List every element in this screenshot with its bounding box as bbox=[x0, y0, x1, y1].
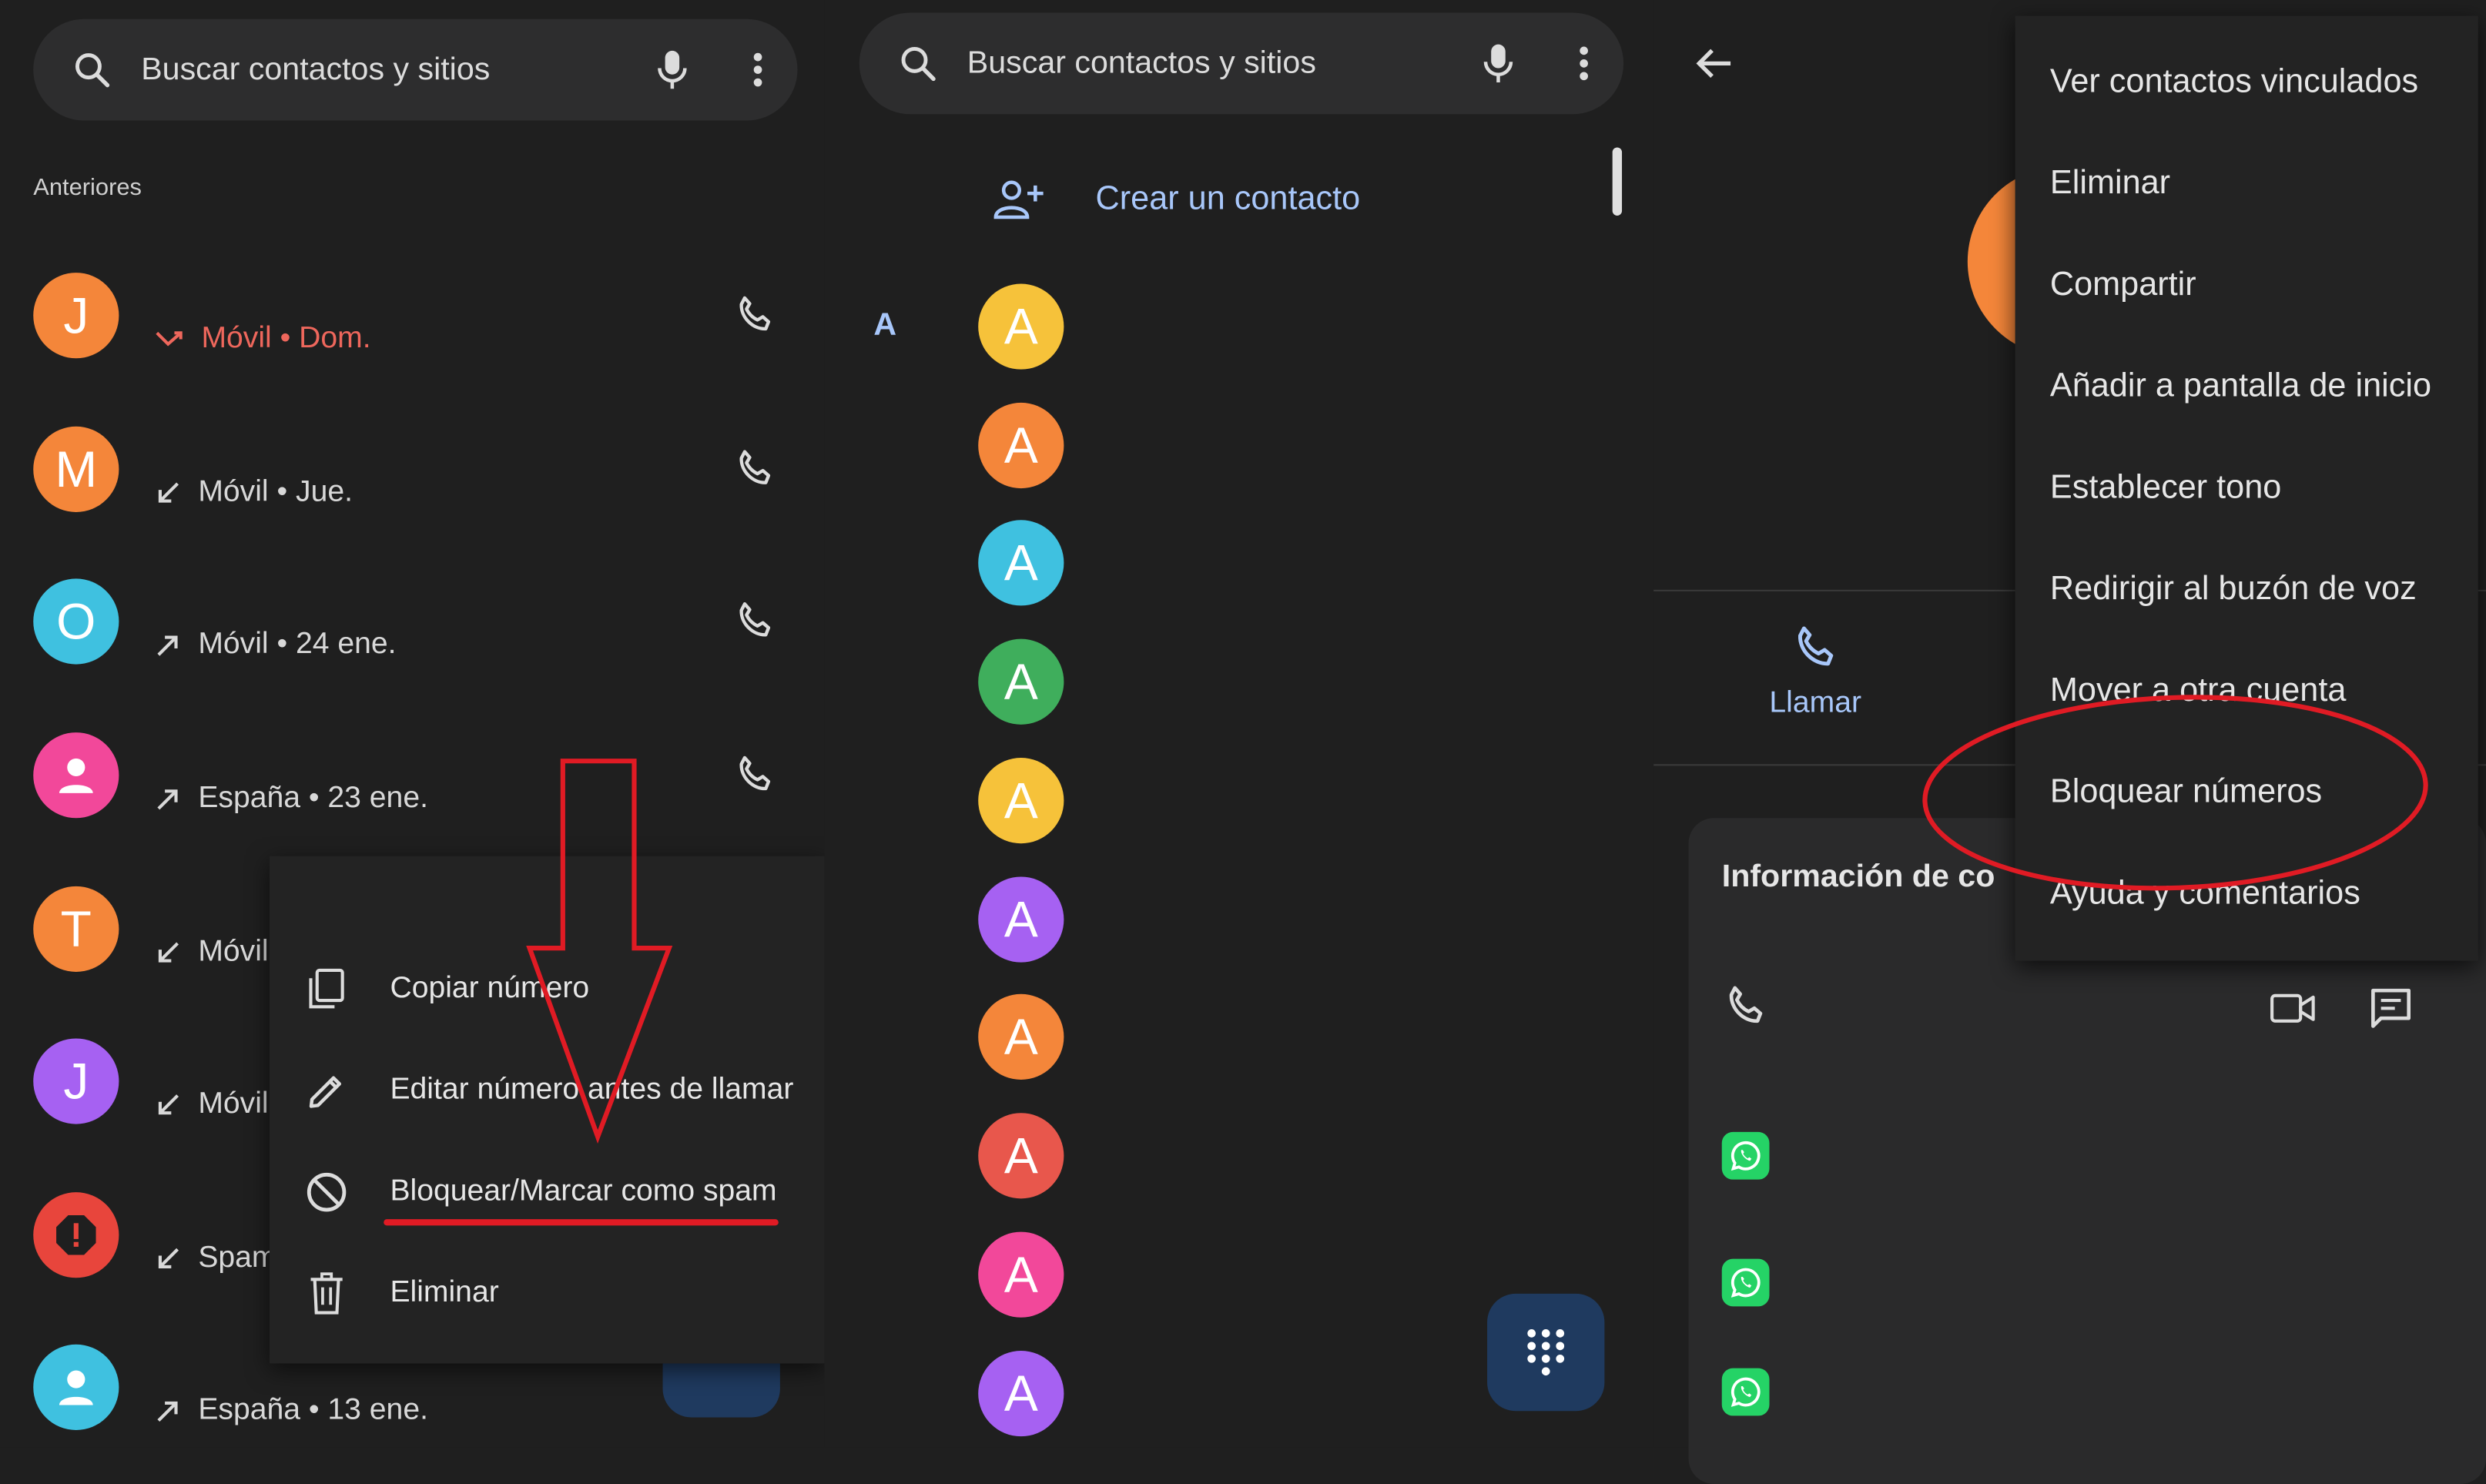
call-detail: Móvil • Dom. bbox=[154, 322, 371, 357]
phone-icon bbox=[739, 450, 771, 484]
call-action-label: Llamar bbox=[1769, 686, 1861, 720]
call-detail: Móvil • Jue. bbox=[154, 476, 353, 511]
copy-icon bbox=[304, 967, 349, 1012]
menu-item-add-to-home[interactable]: Añadir a pantalla de inicio bbox=[2050, 368, 2431, 406]
contact-avatar[interactable]: O bbox=[33, 578, 119, 665]
menu-item-route-voicemail[interactable]: Redirigir al buzón de voz bbox=[2050, 571, 2417, 608]
spam-warning-icon bbox=[56, 1214, 96, 1255]
contact-avatar[interactable]: A bbox=[978, 758, 1064, 844]
menu-item-delete[interactable]: Eliminar bbox=[2050, 165, 2170, 203]
search-icon bbox=[897, 43, 939, 85]
menu-item-block-spam[interactable]: Bloquear/Marcar como spam bbox=[270, 1170, 777, 1214]
add-person-icon bbox=[993, 180, 1044, 219]
contact-avatar[interactable]: J bbox=[33, 273, 119, 359]
whatsapp-icon[interactable] bbox=[1721, 1258, 1770, 1307]
incoming-call-icon bbox=[158, 942, 179, 963]
more-vert-icon[interactable] bbox=[1579, 45, 1588, 82]
contact-avatar[interactable]: A bbox=[978, 1351, 1064, 1437]
back-button[interactable] bbox=[1692, 42, 1737, 94]
video-call-button[interactable] bbox=[2269, 990, 2317, 1036]
contact-avatar[interactable] bbox=[33, 732, 119, 819]
whatsapp-icon[interactable] bbox=[1721, 1131, 1770, 1180]
search-bar-middle[interactable]: Buscar contactos y sitios bbox=[859, 12, 1624, 115]
person-icon bbox=[59, 1370, 93, 1405]
contact-avatar[interactable] bbox=[33, 1344, 119, 1430]
menu-item-delete[interactable]: Eliminar bbox=[270, 1271, 499, 1316]
phone-call-button[interactable] bbox=[732, 447, 777, 500]
person-icon bbox=[59, 758, 93, 793]
search-placeholder: Buscar contactos y sitios bbox=[967, 45, 1316, 80]
scrollbar[interactable] bbox=[1612, 147, 1623, 216]
search-icon bbox=[72, 49, 113, 91]
outgoing-call-icon bbox=[157, 1401, 178, 1422]
phone-icon bbox=[1729, 986, 1763, 1023]
call-history-pane: Buscar contactos y sitios Anteriores J M… bbox=[0, 0, 825, 1448]
annotation-arrow bbox=[526, 759, 673, 1144]
phone-call-button[interactable] bbox=[732, 599, 777, 652]
call-detail: Móvil • 24 ene. bbox=[154, 628, 397, 662]
contact-avatar[interactable] bbox=[33, 1192, 119, 1278]
annotation-underline bbox=[384, 1219, 779, 1226]
create-contact-label: Crear un contacto bbox=[1095, 180, 1361, 218]
call-detail: Móvil bbox=[154, 936, 269, 970]
contact-avatar[interactable]: A bbox=[978, 402, 1064, 489]
contact-avatar[interactable]: A bbox=[978, 520, 1064, 606]
phone-call-button[interactable] bbox=[732, 753, 777, 806]
incoming-call-icon bbox=[158, 1094, 179, 1115]
contact-avatar[interactable]: M bbox=[33, 426, 119, 512]
menu-item-set-ringtone[interactable]: Establecer tono bbox=[2050, 469, 2281, 507]
phone-call-button[interactable] bbox=[1722, 983, 1770, 1038]
contact-avatar[interactable]: A bbox=[978, 1231, 1064, 1318]
missed-call-icon bbox=[156, 331, 183, 347]
letter-header: A bbox=[873, 307, 897, 343]
call-detail: Spam bbox=[154, 1241, 277, 1276]
call-detail: Móvil bbox=[154, 1087, 269, 1122]
contact-avatar[interactable]: A bbox=[978, 993, 1064, 1080]
search-bar-left[interactable]: Buscar contactos y sitios bbox=[33, 18, 798, 121]
microphone-icon[interactable] bbox=[655, 48, 689, 92]
microphone-icon[interactable] bbox=[1481, 42, 1516, 86]
dialpad-fab[interactable] bbox=[1487, 1293, 1605, 1412]
section-label: Anteriores bbox=[33, 174, 142, 202]
contact-avatar[interactable]: A bbox=[978, 283, 1064, 370]
block-icon bbox=[304, 1170, 349, 1214]
contacts-pane: Buscar contactos y sitios Crear un conta… bbox=[824, 0, 1654, 1448]
menu-item-share[interactable]: Compartir bbox=[2050, 266, 2196, 304]
contact-avatar[interactable]: A bbox=[978, 1113, 1064, 1199]
annotation-ellipse bbox=[1922, 695, 2428, 891]
contact-avatar[interactable]: A bbox=[978, 638, 1064, 725]
more-vert-icon[interactable] bbox=[753, 51, 762, 89]
edit-icon bbox=[304, 1069, 349, 1114]
message-button[interactable] bbox=[2367, 984, 2415, 1040]
phone-icon bbox=[1797, 626, 1834, 666]
contact-avatar[interactable]: T bbox=[33, 886, 119, 972]
call-action-button[interactable]: Llamar bbox=[1749, 623, 1882, 722]
call-detail: España • 13 ene. bbox=[154, 1394, 428, 1429]
outgoing-call-icon bbox=[157, 789, 178, 810]
contact-detail-pane: Llamar Información de co Ver contactos v… bbox=[1653, 0, 2486, 1484]
incoming-call-icon bbox=[158, 1248, 179, 1268]
whatsapp-icon[interactable] bbox=[1721, 1368, 1770, 1416]
phone-icon bbox=[739, 602, 771, 637]
contact-avatar[interactable]: A bbox=[978, 876, 1064, 963]
call-detail: España • 23 ene. bbox=[154, 782, 428, 816]
arrow-back-icon bbox=[1696, 49, 1731, 79]
outgoing-call-icon bbox=[157, 635, 178, 656]
videocam-icon bbox=[2270, 993, 2315, 1023]
search-placeholder: Buscar contactos y sitios bbox=[141, 51, 491, 87]
trash-icon bbox=[304, 1271, 349, 1316]
dialpad-icon bbox=[1527, 1329, 1565, 1376]
contact-avatar[interactable]: J bbox=[33, 1038, 119, 1124]
phone-call-button[interactable] bbox=[732, 293, 777, 346]
menu-item-linked-contacts[interactable]: Ver contactos vinculados bbox=[2050, 63, 2418, 101]
incoming-call-icon bbox=[158, 482, 179, 503]
phone-icon bbox=[739, 296, 771, 331]
message-icon bbox=[2371, 988, 2411, 1028]
create-contact-button[interactable]: Crear un contacto bbox=[993, 178, 1360, 223]
phone-icon bbox=[739, 755, 771, 791]
